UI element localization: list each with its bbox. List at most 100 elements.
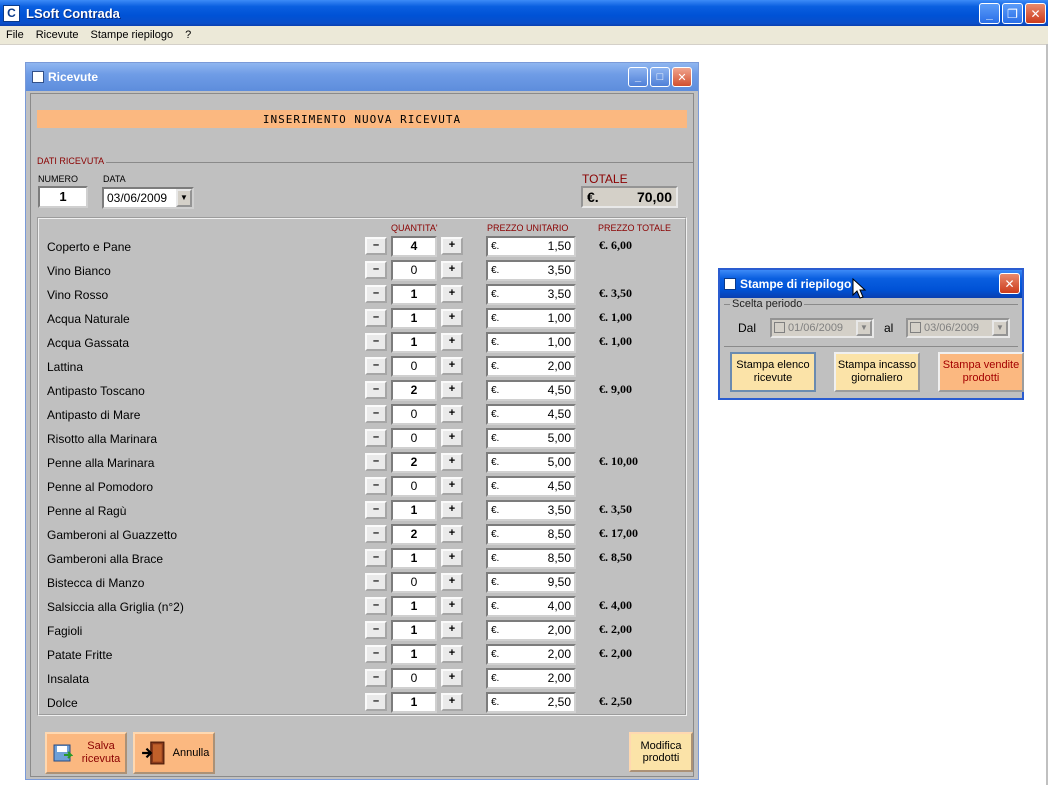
unit-price-field[interactable]: €. 5,00 bbox=[486, 428, 576, 449]
unit-price-field[interactable]: €. 4,50 bbox=[486, 380, 576, 401]
quantity-field[interactable]: 1 bbox=[391, 500, 437, 521]
unit-price-field[interactable]: €. 5,00 bbox=[486, 452, 576, 473]
decrease-button[interactable]: – bbox=[365, 309, 387, 327]
quantity-field[interactable]: 0 bbox=[391, 404, 437, 425]
quantity-field[interactable]: 0 bbox=[391, 356, 437, 377]
quantity-field[interactable]: 1 bbox=[391, 308, 437, 329]
quantity-field[interactable]: 4 bbox=[391, 236, 437, 257]
cancel-button[interactable]: Annulla bbox=[133, 732, 215, 774]
increase-button[interactable]: + bbox=[441, 357, 463, 375]
decrease-button[interactable]: – bbox=[365, 357, 387, 375]
data-picker[interactable]: 03/06/2009 ▼ bbox=[102, 187, 194, 209]
increase-button[interactable]: + bbox=[441, 669, 463, 687]
decrease-button[interactable]: – bbox=[365, 549, 387, 567]
decrease-button[interactable]: – bbox=[365, 501, 387, 519]
quantity-field[interactable]: 1 bbox=[391, 332, 437, 353]
restore-icon[interactable]: ❐ bbox=[1002, 3, 1023, 24]
unit-price-field[interactable]: €. 2,00 bbox=[486, 668, 576, 689]
unit-price-field[interactable]: €. 8,50 bbox=[486, 524, 576, 545]
decrease-button[interactable]: – bbox=[365, 477, 387, 495]
date-from-picker[interactable]: 01/06/2009 ▼ bbox=[770, 318, 874, 338]
unit-price-field[interactable]: €. 4,00 bbox=[486, 596, 576, 617]
decrease-button[interactable]: – bbox=[365, 669, 387, 687]
unit-price-field[interactable]: €. 8,50 bbox=[486, 548, 576, 569]
decrease-button[interactable]: – bbox=[365, 525, 387, 543]
unit-price-field[interactable]: €. 3,50 bbox=[486, 260, 576, 281]
save-button[interactable]: Salva ricevuta bbox=[45, 732, 127, 774]
increase-button[interactable]: + bbox=[441, 621, 463, 639]
quantity-field[interactable]: 1 bbox=[391, 692, 437, 713]
menu-ricevute[interactable]: Ricevute bbox=[30, 29, 85, 41]
increase-button[interactable]: + bbox=[441, 693, 463, 711]
decrease-button[interactable]: – bbox=[365, 693, 387, 711]
increase-button[interactable]: + bbox=[441, 405, 463, 423]
quantity-field[interactable]: 0 bbox=[391, 476, 437, 497]
unit-price-field[interactable]: €. 1,00 bbox=[486, 308, 576, 329]
numero-field[interactable]: 1 bbox=[38, 186, 88, 208]
chevron-down-icon[interactable]: ▼ bbox=[176, 189, 192, 207]
quantity-field[interactable]: 0 bbox=[391, 260, 437, 281]
unit-price-field[interactable]: €. 3,50 bbox=[486, 500, 576, 521]
increase-button[interactable]: + bbox=[441, 645, 463, 663]
decrease-button[interactable]: – bbox=[365, 453, 387, 471]
close-icon[interactable]: ✕ bbox=[1025, 3, 1046, 24]
quantity-field[interactable]: 0 bbox=[391, 668, 437, 689]
date-to-checkbox[interactable] bbox=[910, 322, 921, 333]
date-from-checkbox[interactable] bbox=[774, 322, 785, 333]
minimize-icon[interactable]: _ bbox=[979, 3, 1000, 24]
increase-button[interactable]: + bbox=[441, 333, 463, 351]
increase-button[interactable]: + bbox=[441, 549, 463, 567]
close-icon[interactable]: ✕ bbox=[999, 273, 1020, 294]
increase-button[interactable]: + bbox=[441, 573, 463, 591]
unit-price-field[interactable]: €. 2,00 bbox=[486, 644, 576, 665]
unit-price-field[interactable]: €. 2,00 bbox=[486, 620, 576, 641]
quantity-field[interactable]: 1 bbox=[391, 644, 437, 665]
quantity-field[interactable]: 0 bbox=[391, 428, 437, 449]
decrease-button[interactable]: – bbox=[365, 405, 387, 423]
unit-price-field[interactable]: €. 1,50 bbox=[486, 236, 576, 257]
quantity-field[interactable]: 0 bbox=[391, 572, 437, 593]
quantity-field[interactable]: 1 bbox=[391, 284, 437, 305]
menu-file[interactable]: File bbox=[0, 29, 30, 41]
quantity-field[interactable]: 1 bbox=[391, 620, 437, 641]
increase-button[interactable]: + bbox=[441, 285, 463, 303]
chevron-down-icon[interactable]: ▼ bbox=[992, 320, 1008, 336]
increase-button[interactable]: + bbox=[441, 477, 463, 495]
minimize-icon[interactable]: _ bbox=[628, 67, 648, 87]
quantity-field[interactable]: 2 bbox=[391, 452, 437, 473]
stampa-incasso-giornaliero-button[interactable]: Stampa incasso giornaliero bbox=[834, 352, 920, 392]
quantity-field[interactable]: 1 bbox=[391, 596, 437, 617]
quantity-field[interactable]: 1 bbox=[391, 548, 437, 569]
chevron-down-icon[interactable]: ▼ bbox=[856, 320, 872, 336]
decrease-button[interactable]: – bbox=[365, 381, 387, 399]
unit-price-field[interactable]: €. 2,00 bbox=[486, 356, 576, 377]
stampa-elenco-ricevute-button[interactable]: Stampa elenco ricevute bbox=[730, 352, 816, 392]
increase-button[interactable]: + bbox=[441, 237, 463, 255]
close-icon[interactable]: ✕ bbox=[672, 67, 692, 87]
increase-button[interactable]: + bbox=[441, 381, 463, 399]
decrease-button[interactable]: – bbox=[365, 333, 387, 351]
increase-button[interactable]: + bbox=[441, 261, 463, 279]
decrease-button[interactable]: – bbox=[365, 285, 387, 303]
modifica-prodotti-button[interactable]: Modifica prodotti bbox=[629, 732, 693, 772]
decrease-button[interactable]: – bbox=[365, 237, 387, 255]
unit-price-field[interactable]: €. 4,50 bbox=[486, 476, 576, 497]
unit-price-field[interactable]: €. 3,50 bbox=[486, 284, 576, 305]
stampa-vendite-prodotti-button[interactable]: Stampa vendite prodotti bbox=[938, 352, 1024, 392]
increase-button[interactable]: + bbox=[441, 525, 463, 543]
quantity-field[interactable]: 2 bbox=[391, 524, 437, 545]
increase-button[interactable]: + bbox=[441, 501, 463, 519]
unit-price-field[interactable]: €. 9,50 bbox=[486, 572, 576, 593]
decrease-button[interactable]: – bbox=[365, 621, 387, 639]
decrease-button[interactable]: – bbox=[365, 429, 387, 447]
decrease-button[interactable]: – bbox=[365, 597, 387, 615]
unit-price-field[interactable]: €. 2,50 bbox=[486, 692, 576, 713]
decrease-button[interactable]: – bbox=[365, 573, 387, 591]
increase-button[interactable]: + bbox=[441, 597, 463, 615]
unit-price-field[interactable]: €. 1,00 bbox=[486, 332, 576, 353]
menu-help[interactable]: ? bbox=[179, 29, 197, 41]
increase-button[interactable]: + bbox=[441, 429, 463, 447]
quantity-field[interactable]: 2 bbox=[391, 380, 437, 401]
unit-price-field[interactable]: €. 4,50 bbox=[486, 404, 576, 425]
menu-stampe-riepilogo[interactable]: Stampe riepilogo bbox=[85, 29, 180, 41]
